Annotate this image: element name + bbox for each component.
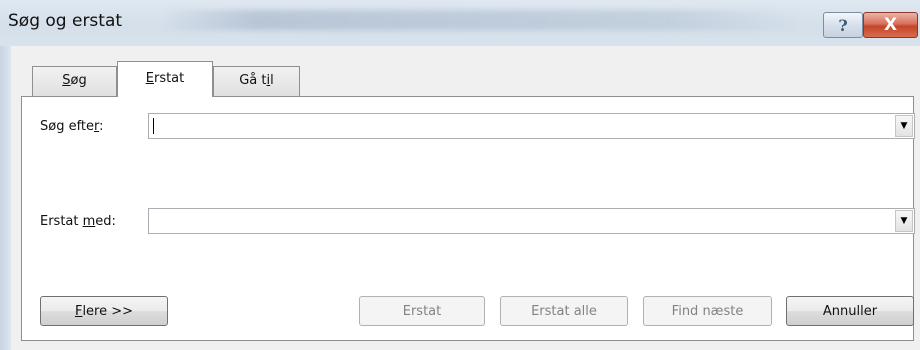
replace-with-label: Erstat med:	[40, 214, 116, 229]
find-next-button[interactable]: Find næste	[643, 296, 772, 326]
title-bar[interactable]: Søg og erstat ? X	[0, 0, 920, 46]
tab-replace-label-post: rstat	[153, 71, 185, 86]
chevron-down-icon: ▼	[900, 121, 908, 131]
more-accelerator: F	[74, 303, 83, 319]
find-what-combobox[interactable]: ▼	[148, 113, 915, 139]
close-button[interactable]: X	[863, 12, 918, 38]
replace-label-post: ed:	[95, 214, 116, 229]
title-bar-background-blur	[160, 10, 800, 30]
replace-label-pre: Erstat	[40, 214, 83, 229]
chevron-down-icon: ▼	[900, 216, 908, 226]
help-button[interactable]: ?	[823, 12, 863, 38]
tab-search-accelerator: S	[62, 73, 71, 88]
find-next-button-label: Find næste	[671, 303, 744, 319]
window-left-edge	[0, 0, 11, 350]
tab-goto-label-pre: Gå t	[239, 73, 267, 88]
more-button[interactable]: Flere >>	[40, 296, 168, 326]
replace-all-button-label: Erstat alle	[531, 303, 597, 319]
window-title: Søg og erstat	[8, 11, 123, 31]
replace-label-accelerator: m	[82, 214, 96, 229]
replace-button[interactable]: Erstat	[359, 296, 485, 326]
cancel-button-label: Annuller	[822, 303, 878, 319]
tab-goto[interactable]: Gå til	[213, 66, 300, 96]
text-caret	[153, 118, 154, 134]
replace-with-combobox[interactable]: ▼	[148, 208, 915, 234]
tab-replace-accelerator: E	[145, 71, 154, 86]
cancel-button[interactable]: Annuller	[786, 296, 914, 326]
tab-search-label-post: øg	[70, 73, 87, 88]
replace-dropdown-button[interactable]: ▼	[895, 210, 913, 232]
search-replace-dialog: Søg og erstat ? X Søg Erstat Gå til Søg …	[0, 0, 920, 350]
find-label-pre: Søg efte	[40, 119, 95, 134]
replace-button-label: Erstat	[402, 303, 442, 319]
replace-all-button[interactable]: Erstat alle	[500, 296, 628, 326]
tab-replace[interactable]: Erstat	[117, 61, 213, 97]
tab-search[interactable]: Søg	[32, 66, 117, 96]
more-label-post: lere >>	[82, 303, 134, 319]
find-what-label: Søg efter:	[40, 119, 104, 134]
find-label-post: :	[99, 119, 104, 134]
find-dropdown-button[interactable]: ▼	[895, 115, 913, 137]
tab-goto-label-post: l	[270, 73, 274, 88]
help-icon: ?	[838, 15, 848, 35]
close-icon: X	[883, 15, 898, 35]
